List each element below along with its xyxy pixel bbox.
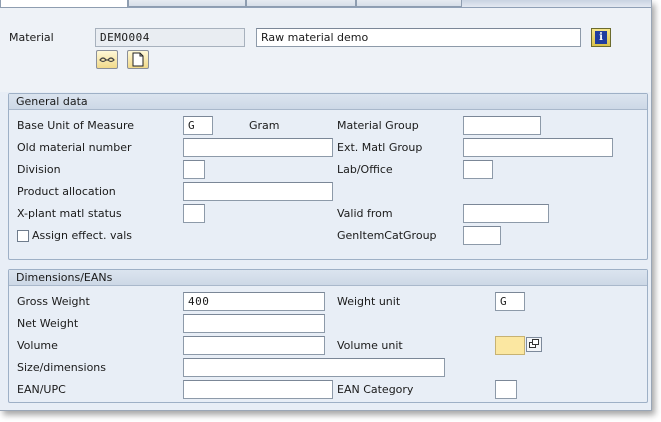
volume-unit-field[interactable] [495, 336, 525, 355]
ext-matl-group-label: Ext. Matl Group [337, 141, 423, 154]
dimensions-eans-title: Dimensions/EANs [9, 270, 647, 286]
valid-from-field[interactable] [463, 204, 549, 223]
document-button[interactable] [127, 50, 149, 69]
base-uom-label: Base Unit of Measure [17, 119, 135, 132]
ean-category-label: EAN Category [337, 383, 414, 396]
assign-effect-vals-label: Assign effect. vals [32, 229, 132, 242]
base-uom-field[interactable]: G [183, 116, 213, 135]
ext-matl-group-field[interactable] [463, 138, 613, 157]
material-field[interactable]: DEMO004 [95, 28, 245, 47]
genitem-cat-group-label: GenItemCatGroup [337, 229, 437, 242]
division-label: Division [17, 163, 61, 176]
tab-basic-data-1[interactable] [0, 0, 128, 8]
xplant-status-field[interactable] [183, 204, 205, 223]
base-uom-text: Gram [249, 119, 280, 132]
xplant-status-label: X-plant matl status [17, 207, 122, 220]
gross-weight-label: Gross Weight [17, 295, 90, 308]
lab-office-label: Lab/Office [337, 163, 393, 176]
document-icon [132, 52, 144, 67]
net-weight-field[interactable] [183, 314, 325, 333]
product-allocation-label: Product allocation [17, 185, 116, 198]
ean-upc-label: EAN/UPC [17, 383, 66, 396]
ean-upc-field[interactable] [183, 380, 333, 399]
tab-sales-org[interactable] [356, 0, 462, 7]
general-data-title: General data [9, 94, 647, 110]
tab-classification[interactable] [246, 0, 356, 7]
gross-weight-field[interactable]: 400 [183, 292, 325, 311]
ean-category-field[interactable] [495, 380, 517, 399]
old-material-number-field[interactable] [183, 138, 333, 157]
weight-unit-field[interactable]: G [495, 292, 525, 311]
size-dimensions-label: Size/dimensions [17, 361, 106, 374]
volume-field[interactable] [183, 336, 325, 355]
material-master-window: Material DEMO004 Raw material demo i Gen… [0, 0, 652, 411]
glasses-icon [99, 57, 115, 63]
material-group-field[interactable] [463, 116, 541, 135]
weight-unit-label: Weight unit [337, 295, 401, 308]
net-weight-label: Net Weight [17, 317, 79, 330]
division-field[interactable] [183, 160, 205, 179]
glasses-button[interactable] [96, 50, 118, 69]
tab-strip [0, 0, 651, 8]
product-allocation-field[interactable] [183, 182, 333, 201]
material-description-field[interactable]: Raw material demo [256, 28, 581, 47]
volume-unit-help-button[interactable] [526, 337, 542, 352]
lab-office-field[interactable] [463, 160, 493, 179]
material-group-label: Material Group [337, 119, 419, 132]
genitem-cat-group-field[interactable] [463, 226, 501, 245]
assign-effect-vals-checkbox[interactable] [17, 230, 29, 242]
info-button[interactable]: i [591, 28, 611, 47]
size-dimensions-field[interactable] [183, 358, 445, 377]
material-label: Material [9, 31, 54, 44]
volume-unit-label: Volume unit [337, 339, 403, 352]
old-material-number-label: Old material number [17, 141, 132, 154]
tab-basic-data-2[interactable] [128, 0, 246, 7]
valid-from-label: Valid from [337, 207, 393, 220]
volume-label: Volume [17, 339, 58, 352]
info-icon: i [595, 31, 607, 44]
